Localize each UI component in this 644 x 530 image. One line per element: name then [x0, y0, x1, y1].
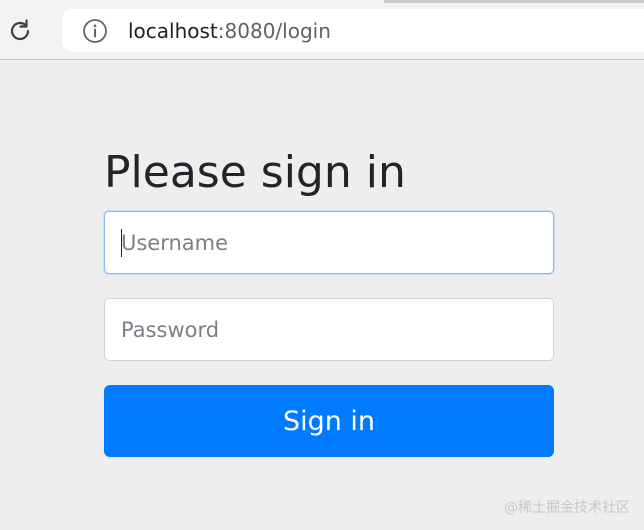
reload-button[interactable]	[6, 17, 34, 45]
url-text[interactable]: localhost:8080/login	[128, 18, 331, 44]
sign-in-button[interactable]: Sign in	[104, 385, 554, 457]
address-bar[interactable]: localhost:8080/login	[62, 9, 644, 52]
url-host: localhost	[128, 19, 218, 43]
username-input[interactable]	[104, 211, 554, 274]
reload-icon	[10, 19, 30, 41]
url-path: :8080/login	[217, 19, 331, 43]
text-caret	[121, 229, 122, 257]
watermark: @稀土掘金技术社区	[504, 500, 630, 516]
password-input[interactable]	[104, 298, 554, 361]
page-title: Please sign in	[104, 147, 406, 198]
browser-toolbar: localhost:8080/login	[0, 0, 644, 60]
info-icon[interactable]	[82, 18, 108, 44]
tab-strip-edge	[384, 0, 644, 3]
